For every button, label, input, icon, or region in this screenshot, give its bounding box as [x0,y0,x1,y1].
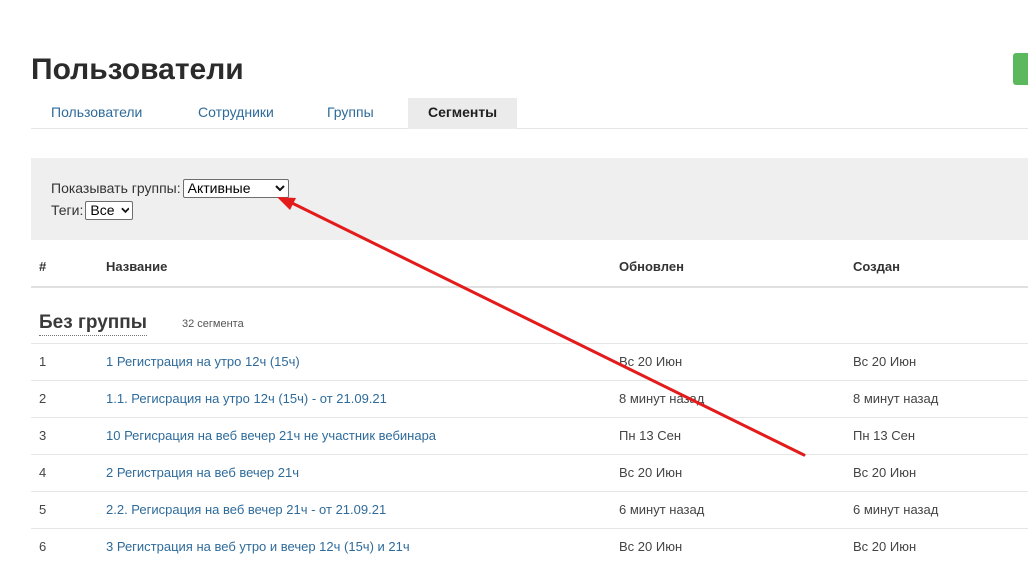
groups-select-value: Активные [187,180,251,196]
column-header-number[interactable]: # [39,259,46,274]
tab-groups[interactable]: Группы [327,98,374,128]
tags-select-value: Все [90,202,115,218]
groups-select[interactable]: Активные [182,178,289,198]
segment-link[interactable]: 10 Регисрация на веб вечер 21ч не участн… [106,418,436,454]
row-number: 4 [39,465,47,480]
tags-filter: Теги: Все [51,200,134,220]
segment-link[interactable]: 1 Регистрация на утро 12ч (15ч) [106,344,300,380]
tab-bar: Пользователи Сотрудники Группы Сегменты [31,98,1028,129]
row-updated: Вс 20 Июн [619,465,683,480]
tab-segments[interactable]: Сегменты [408,98,518,129]
table-row: 1 1 Регистрация на утро 12ч (15ч) Вс 20 … [31,343,1028,381]
table-row: 3 10 Регисрация на веб вечер 21ч не учас… [31,417,1028,455]
segment-link[interactable]: 2 Регистрация на веб вечер 21ч [106,455,299,491]
row-number: 6 [39,539,47,554]
column-header-created[interactable]: Создан [853,259,900,274]
chevron-down-icon [120,207,130,213]
row-created: Вс 20 Июн [853,354,917,369]
tab-users[interactable]: Пользователи [51,98,142,128]
tags-filter-label: Теги: [51,202,84,218]
row-updated: 6 минут назад [619,502,705,517]
chevron-down-icon [274,184,285,191]
group-title[interactable]: Без группы [39,311,147,336]
row-updated: 8 минут назад [619,391,705,406]
table-row: 6 3 Регистрация на веб утро и вечер 12ч … [31,528,1028,566]
table-row: 5 2.2. Регисрация на веб вечер 21ч - от … [31,491,1028,529]
group-count: 32 сегмента [182,318,244,330]
row-updated: Вс 20 Июн [619,539,683,554]
table-row: 4 2 Регистрация на веб вечер 21ч Вс 20 И… [31,454,1028,492]
row-created: Вс 20 Июн [853,465,917,480]
row-number: 2 [39,391,47,406]
column-header-name[interactable]: Название [106,259,167,274]
page-title: Пользователи [31,53,244,86]
row-created: 6 минут назад [853,502,939,517]
row-updated: Пн 13 Сен [619,428,682,443]
row-number: 1 [39,354,47,369]
segment-link[interactable]: 2.2. Регисрация на веб вечер 21ч - от 21… [106,492,386,528]
row-number: 5 [39,502,47,517]
header-divider [31,286,1028,288]
row-created: Пн 13 Сен [853,428,916,443]
row-number: 3 [39,428,47,443]
tab-employees[interactable]: Сотрудники [198,98,274,128]
column-header-updated[interactable]: Обновлен [619,259,684,274]
tags-select[interactable]: Все [85,200,134,220]
segment-link[interactable]: 1.1. Регисрация на утро 12ч (15ч) - от 2… [106,381,387,417]
filter-panel: Показывать группы: Активные Теги: Все [31,158,1028,240]
groups-filter: Показывать группы: Активные [51,178,289,198]
segment-link[interactable]: 3 Регистрация на веб утро и вечер 12ч (1… [106,529,410,565]
add-button[interactable] [1013,53,1028,85]
row-updated: Вс 20 Июн [619,354,683,369]
row-created: Вс 20 Июн [853,539,917,554]
table-row: 2 1.1. Регисрация на утро 12ч (15ч) - от… [31,380,1028,418]
row-created: 8 минут назад [853,391,939,406]
groups-filter-label: Показывать группы: [51,180,181,196]
